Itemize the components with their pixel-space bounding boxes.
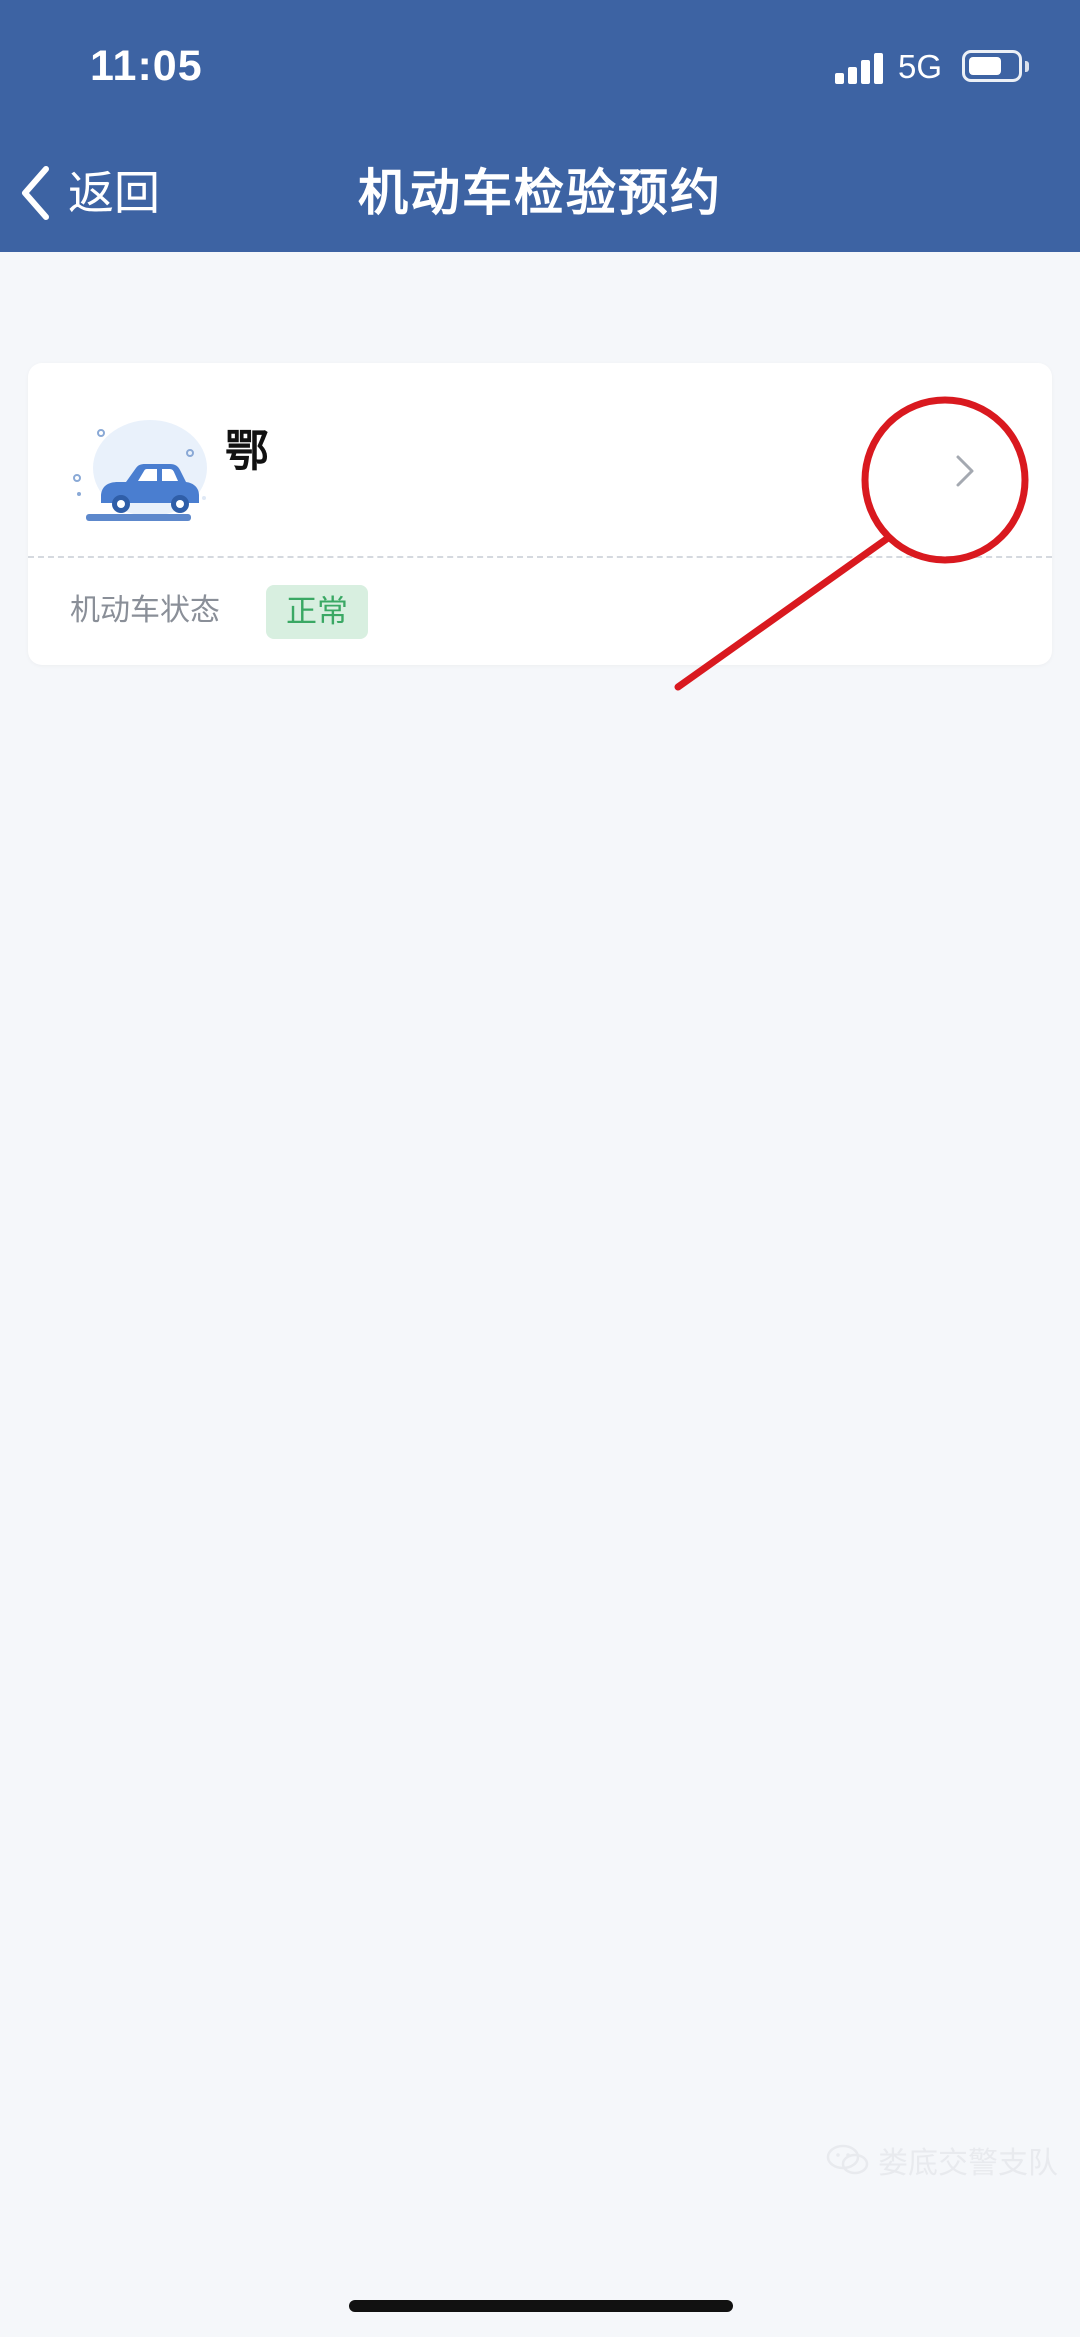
status-time: 11:05 [90,42,203,90]
vehicle-card[interactable]: 鄂 机动车状态 正常 [28,363,1052,665]
watermark-text: 娄底交警支队 [878,2146,1058,2181]
page-title: 机动车检验预约 [358,164,722,222]
annotation-overlay [674,396,1029,691]
chevron-right-icon[interactable] [946,441,986,501]
wechat-icon [826,2144,869,2175]
battery-cap [1025,61,1029,72]
plate-number: 鄂 [225,426,269,477]
battery-icon [962,50,1022,82]
card-divider [28,556,1052,558]
app-header: 11:05 5G 返回 机动车检验预约 [0,0,1080,252]
network-type: 5G [898,48,943,85]
signal-bars-icon [835,52,885,84]
car-icon [73,420,207,521]
status-badge: 正常 [266,585,368,639]
home-indicator[interactable] [349,2300,733,2312]
watermark: 娄底交警支队 [826,2140,1058,2181]
vehicle-status-label: 机动车状态 [70,593,220,628]
